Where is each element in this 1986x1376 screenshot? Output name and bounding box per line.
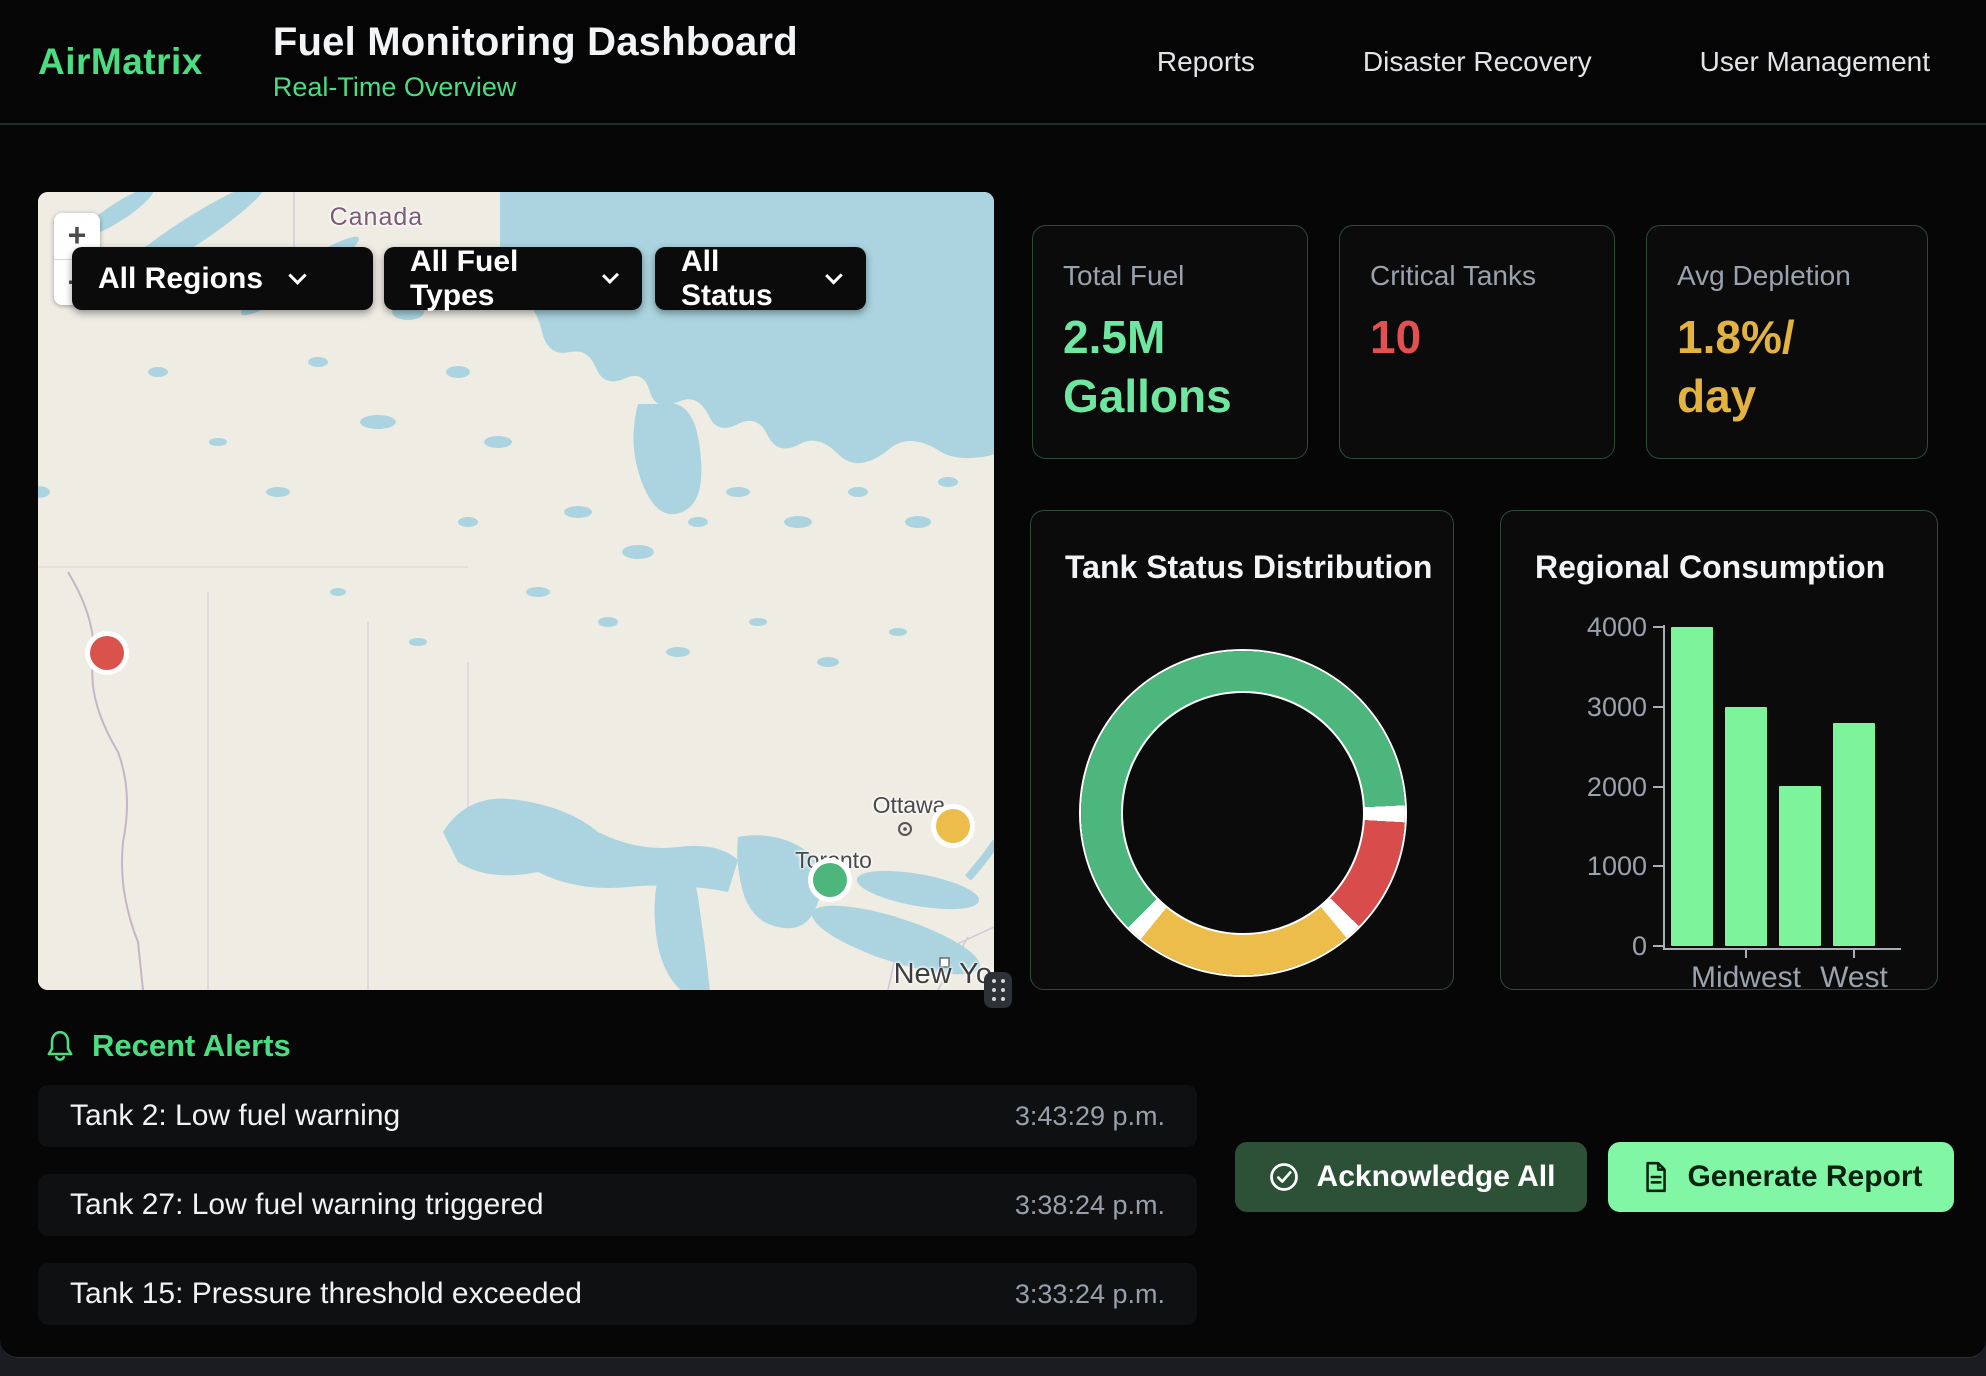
status-filter-dropdown[interactable]: All Status — [655, 247, 866, 310]
regional-consumption-title: Regional Consumption — [1535, 549, 1885, 586]
bar-1 — [1725, 707, 1767, 946]
map-label-new-york: New York — [894, 958, 994, 990]
bar-2 — [1779, 786, 1821, 946]
tank-status-title: Tank Status Distribution — [1065, 549, 1432, 586]
x-axis-tick — [1745, 948, 1747, 958]
bar-0 — [1671, 627, 1713, 946]
chevron-down-icon — [288, 266, 306, 284]
x-axis-tick — [1853, 948, 1855, 958]
kpi-critical-tanks: Critical Tanks 10 — [1339, 225, 1615, 459]
bar-3 — [1833, 723, 1875, 946]
x-axis-label: Midwest — [1691, 961, 1801, 995]
bell-icon — [44, 1029, 76, 1063]
title-block: Fuel Monitoring Dashboard Real-Time Over… — [273, 20, 798, 103]
tank-status-card: Tank Status Distribution — [1030, 510, 1454, 990]
alert-timestamp: 3:38:24 p.m. — [1015, 1190, 1165, 1221]
fuel-tank-map[interactable]: CanadaOttawaTorontoNew York + − All Regi… — [38, 192, 994, 990]
map-label-ottawa: Ottawa — [873, 792, 946, 819]
acknowledge-all-label: Acknowledge All — [1317, 1160, 1556, 1194]
alert-message: Tank 15: Pressure threshold exceeded — [70, 1277, 582, 1311]
nav-disaster-recovery[interactable]: Disaster Recovery — [1363, 46, 1592, 78]
recent-alerts-title: Recent Alerts — [92, 1028, 291, 1064]
alert-message: Tank 27: Low fuel warning triggered — [70, 1188, 544, 1222]
acknowledge-all-button[interactable]: Acknowledge All — [1235, 1142, 1587, 1212]
kpi-value: 2.5M Gallons — [1063, 308, 1277, 426]
brand-logo: AirMatrix — [38, 41, 203, 83]
chevron-down-icon — [825, 267, 842, 284]
y-axis-label: 3000 — [1557, 691, 1647, 723]
check-circle-icon — [1267, 1160, 1301, 1194]
y-axis-label: 4000 — [1557, 611, 1647, 643]
nav-reports[interactable]: Reports — [1157, 46, 1255, 78]
nav-user-management[interactable]: User Management — [1700, 46, 1930, 78]
y-axis-label: 0 — [1557, 930, 1647, 962]
kpi-value: 10 — [1370, 308, 1584, 367]
kpi-label: Critical Tanks — [1370, 260, 1584, 292]
chevron-down-icon — [602, 267, 619, 284]
alert-timestamp: 3:43:29 p.m. — [1015, 1101, 1165, 1132]
fuel-type-filter-dropdown[interactable]: All Fuel Types — [384, 247, 642, 310]
alert-timestamp: 3:33:24 p.m. — [1015, 1279, 1165, 1310]
fuel-type-filter-value: All Fuel Types — [410, 245, 577, 313]
tank-marker-normal[interactable] — [813, 863, 847, 897]
generate-report-button[interactable]: Generate Report — [1608, 1142, 1954, 1212]
generate-report-label: Generate Report — [1687, 1160, 1922, 1194]
alert-row[interactable]: Tank 15: Pressure threshold exceeded 3:3… — [38, 1263, 1197, 1325]
status-filter-value: All Status — [681, 245, 800, 313]
kpi-total-fuel: Total Fuel 2.5M Gallons — [1032, 225, 1308, 459]
recent-alerts-header: Recent Alerts — [44, 1028, 291, 1064]
y-axis-label: 1000 — [1557, 850, 1647, 882]
alert-row[interactable]: Tank 2: Low fuel warning 3:43:29 p.m. — [38, 1085, 1197, 1147]
x-axis-label: West — [1820, 961, 1888, 995]
dashboard-root: AirMatrix Fuel Monitoring Dashboard Real… — [0, 0, 1986, 1358]
alert-row[interactable]: Tank 27: Low fuel warning triggered 3:38… — [38, 1174, 1197, 1236]
document-icon — [1639, 1160, 1671, 1194]
kpi-value: 1.8%/ day — [1677, 308, 1897, 426]
top-header: AirMatrix Fuel Monitoring Dashboard Real… — [0, 0, 1986, 125]
page-subtitle: Real-Time Overview — [273, 72, 798, 103]
tank-marker-warning[interactable] — [936, 809, 970, 843]
region-filter-dropdown[interactable]: All Regions — [72, 247, 373, 310]
bar-plot-area: MidwestWest — [1665, 627, 1905, 946]
kpi-label: Avg Depletion — [1677, 260, 1897, 292]
y-axis-labels: 01000200030004000 — [1557, 627, 1657, 946]
region-filter-value: All Regions — [98, 262, 263, 296]
map-resize-handle[interactable] — [984, 972, 1012, 1008]
tank-status-donut — [1081, 651, 1405, 975]
map-label-canada: Canada — [330, 203, 424, 232]
donut-hole — [1123, 693, 1363, 933]
main-nav: Reports Disaster Recovery User Managemen… — [1157, 46, 1986, 78]
kpi-avg-depletion: Avg Depletion 1.8%/ day — [1646, 225, 1928, 459]
tank-marker-critical[interactable] — [90, 636, 124, 670]
alert-message: Tank 2: Low fuel warning — [70, 1099, 400, 1133]
kpi-label: Total Fuel — [1063, 260, 1277, 292]
page-title: Fuel Monitoring Dashboard — [273, 20, 798, 65]
regional-consumption-card: Regional Consumption 0 1000 2000 3000 4000 M… — [1500, 510, 1938, 990]
x-axis-line — [1663, 948, 1901, 950]
y-axis-label: 2000 — [1557, 771, 1647, 803]
